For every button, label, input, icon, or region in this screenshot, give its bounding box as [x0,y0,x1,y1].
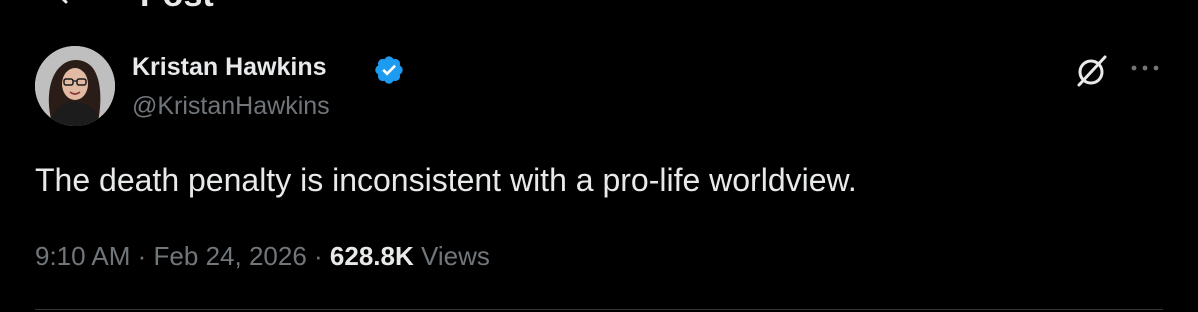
more-options-button[interactable] [1128,58,1162,78]
back-arrow-icon [61,0,68,4]
more-icon [1131,65,1159,71]
author-name[interactable]: Kristan Hawkins [132,52,327,82]
post-text: The death penalty is inconsistent with a… [35,162,857,198]
back-button[interactable] [52,0,92,4]
meta-separator: · [137,241,147,271]
meta-separator: · [314,241,323,271]
avatar[interactable] [35,46,115,126]
post-metadata: 9:10 AM · Feb 24, 2026 · 628.8K Views [35,238,490,274]
post-time[interactable]: 9:10 AM [35,241,130,271]
views-count[interactable]: 628.8K [330,241,414,271]
divider [35,309,1163,310]
views-label: Views [421,241,490,271]
author-handle[interactable]: @KristanHawkins [132,91,330,121]
avatar-image [35,46,115,126]
post-date[interactable]: Feb 24, 2026 [154,241,307,271]
grok-icon [1077,55,1107,87]
page-title: Post [140,0,214,12]
grok-button[interactable] [1073,52,1111,90]
verified-badge-icon [375,56,403,84]
